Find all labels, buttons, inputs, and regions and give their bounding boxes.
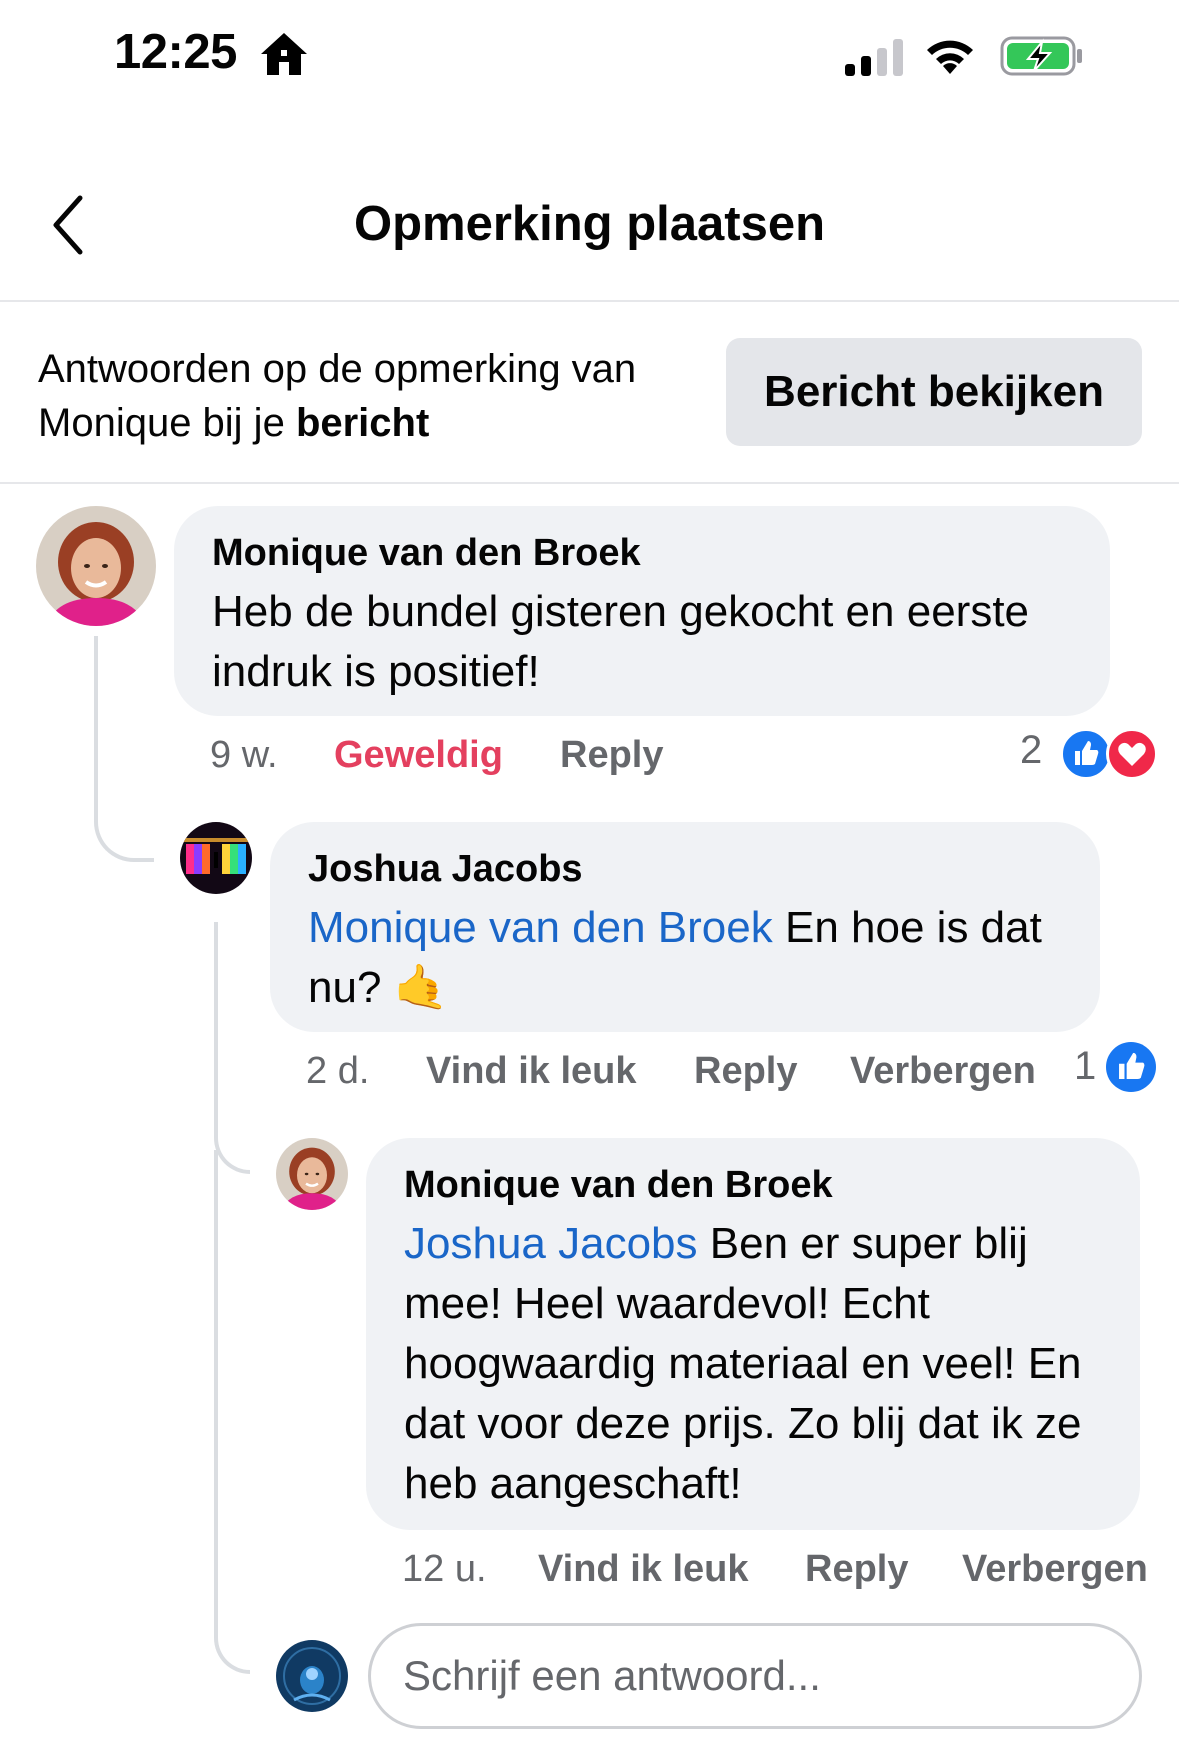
comment-bubble: Monique van den Broek Heb de bundel gist… [174,506,1110,716]
reaction-count[interactable]: 2 [1020,728,1042,773]
comment-time[interactable]: 12 u. [402,1548,487,1591]
view-post-button[interactable]: Bericht bekijken [726,338,1142,446]
home-icon [261,33,307,75]
comment-bubble: Monique van den Broek Joshua Jacobs Ben … [366,1138,1140,1530]
mention-link[interactable]: Joshua Jacobs [404,1219,698,1268]
comment-time[interactable]: 2 d. [306,1050,369,1093]
thread-line-level1 [94,636,154,862]
avatar[interactable] [36,506,156,626]
avatar[interactable] [276,1138,348,1210]
status-bar: 12:25 [0,0,1179,120]
hide-button[interactable]: Verbergen [850,1050,1036,1093]
thread-line-level2 [214,922,250,1174]
like-button[interactable]: Vind ik leuk [538,1548,748,1591]
avatar [276,1640,348,1712]
cellular-signal-icon [845,39,903,76]
reply-composer[interactable] [368,1623,1142,1729]
like-reaction-icon [1060,728,1112,780]
like-button[interactable]: Vind ik leuk [426,1050,636,1093]
comment-author[interactable]: Monique van den Broek [404,1164,833,1207]
comment-text: Monique van den Broek En hoe is dat nu? … [308,898,1078,1018]
reply-context-link[interactable]: bericht [296,401,429,445]
comment-author[interactable]: Monique van den Broek [212,532,641,575]
reply-button[interactable]: Reply [694,1050,797,1093]
avatar[interactable] [180,822,252,894]
love-reaction-icon [1106,728,1158,780]
hide-button[interactable]: Verbergen [962,1548,1148,1591]
like-reaction-icon [1106,1042,1156,1092]
thread-line-composer [214,1150,250,1674]
page-title: Opmerking plaatsen [353,197,826,251]
navigation-header: Opmerking plaatsen [0,160,1179,302]
status-time: 12:25 [114,25,237,79]
reaction-count[interactable]: 1 [1074,1044,1096,1089]
battery-charging-icon [1000,36,1082,76]
comment-bubble: Joshua Jacobs Monique van den Broek En h… [270,822,1100,1032]
comment-time[interactable]: 9 w. [210,734,278,777]
comment-author[interactable]: Joshua Jacobs [308,848,583,891]
reply-input[interactable] [403,1626,1103,1726]
comment-text: Heb de bundel gisteren gekocht en eerste… [212,587,1030,696]
reply-context-bar: Antwoorden op de opmerking van Monique b… [0,302,1179,484]
reply-button[interactable]: Reply [560,734,663,777]
reply-button[interactable]: Reply [805,1548,908,1591]
like-button[interactable]: Geweldig [334,734,503,777]
reply-context-text: Antwoorden op de opmerking van Monique b… [38,342,698,450]
mention-link[interactable]: Monique van den Broek [308,903,773,952]
comment-text: Joshua Jacobs Ben er super blij mee! Hee… [404,1214,1114,1514]
wifi-icon [927,40,973,74]
